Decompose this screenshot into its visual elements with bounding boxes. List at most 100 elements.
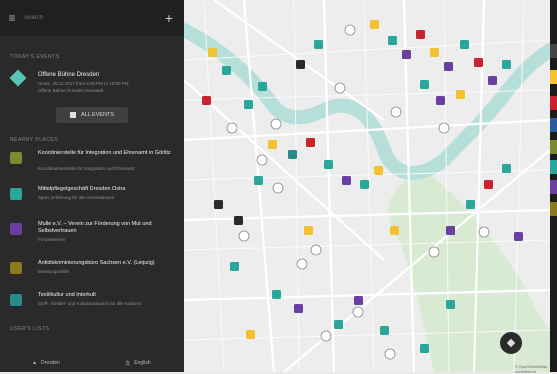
- map-marker[interactable]: [374, 166, 383, 175]
- map-marker[interactable]: [420, 80, 429, 89]
- cluster-marker[interactable]: [238, 230, 250, 242]
- map-marker[interactable]: [222, 66, 231, 75]
- map-marker[interactable]: [258, 82, 267, 91]
- place-item[interactable]: Mulle e.V. – Verein zur Förderung von Mu…: [10, 221, 180, 251]
- map-marker[interactable]: [234, 216, 243, 225]
- all-events-label: ALL EVENTS: [80, 112, 115, 118]
- city-label: Dresden: [41, 360, 60, 366]
- map-marker[interactable]: [214, 200, 223, 209]
- map-marker[interactable]: [488, 76, 497, 85]
- map-marker[interactable]: [202, 96, 211, 105]
- map-marker[interactable]: [342, 176, 351, 185]
- cluster-marker[interactable]: [352, 306, 364, 318]
- category-filter-education[interactable]: [550, 70, 557, 84]
- place-subtitle: Beratungsstelle: [38, 269, 70, 274]
- language-selector[interactable]: 文 English: [92, 354, 184, 372]
- cluster-marker[interactable]: [270, 118, 282, 130]
- map-marker[interactable]: [324, 160, 333, 169]
- cluster-marker[interactable]: [438, 122, 450, 134]
- category-filter-sport[interactable]: [550, 160, 557, 174]
- search-input[interactable]: [20, 15, 160, 21]
- all-events-button[interactable]: ALL EVENTS: [56, 107, 128, 123]
- cluster-marker[interactable]: [478, 226, 490, 238]
- cluster-marker[interactable]: [296, 258, 308, 270]
- cluster-marker[interactable]: [310, 244, 322, 256]
- map-marker[interactable]: [444, 62, 453, 71]
- map-marker[interactable]: [502, 164, 511, 173]
- map-marker[interactable]: [254, 176, 263, 185]
- map-marker[interactable]: [208, 48, 217, 57]
- event-item[interactable]: Offene Bühne Dresden Heute, 28.11.2017 f…: [9, 66, 180, 96]
- city-selector[interactable]: ▲ Dresden: [0, 354, 92, 372]
- cluster-marker[interactable]: [226, 122, 238, 134]
- map-marker[interactable]: [484, 180, 493, 189]
- map-marker[interactable]: [416, 30, 425, 39]
- category-filter-advice[interactable]: [550, 118, 557, 132]
- map-marker[interactable]: [370, 20, 379, 29]
- map-marker[interactable]: [430, 48, 439, 57]
- map-marker[interactable]: [288, 150, 297, 159]
- map-marker[interactable]: [390, 226, 399, 235]
- place-subtitle: Koordinationsstelle für Integration und …: [38, 166, 135, 171]
- cluster-marker[interactable]: [384, 348, 396, 360]
- category-filter-leisure[interactable]: [550, 180, 557, 194]
- cluster-marker[interactable]: [428, 246, 440, 258]
- map-marker[interactable]: [360, 180, 369, 189]
- map-marker[interactable]: [244, 100, 253, 109]
- map-marker[interactable]: [456, 90, 465, 99]
- map-view[interactable]: [184, 0, 550, 372]
- map-marker[interactable]: [334, 320, 343, 329]
- map-marker[interactable]: [420, 344, 429, 353]
- map-marker[interactable]: [272, 290, 281, 299]
- culture-icon: [10, 294, 22, 306]
- map-marker[interactable]: [246, 330, 255, 339]
- sport-icon: [10, 188, 22, 200]
- map-canvas[interactable]: [184, 0, 550, 372]
- cluster-marker[interactable]: [272, 182, 284, 194]
- map-marker[interactable]: [460, 40, 469, 49]
- place-title: Mittelpflegelgeschäft Dresden Ostra: [38, 186, 126, 192]
- event-icon: [9, 69, 27, 87]
- menu-icon[interactable]: ≡: [4, 0, 20, 36]
- map-marker[interactable]: [514, 232, 523, 241]
- event-location: Offene Bühne Dresden Neustadt: [38, 88, 104, 93]
- category-filter-work[interactable]: [550, 140, 557, 154]
- cluster-marker[interactable]: [320, 330, 332, 342]
- category-filter-health[interactable]: [550, 96, 557, 110]
- cluster-marker[interactable]: [334, 82, 346, 94]
- map-marker[interactable]: [474, 58, 483, 67]
- map-marker[interactable]: [296, 60, 305, 69]
- place-title: Mulle e.V. – Verein zur Förderung von Mu…: [38, 221, 152, 234]
- place-item[interactable]: Mittelpflegelgeschäft Dresden Ostra Spor…: [10, 186, 180, 210]
- calendar-icon: [69, 112, 76, 118]
- locate-button[interactable]: [500, 332, 522, 354]
- event-time: Heute, 28.11.2017 from 6:00 PM to 10:00 …: [38, 81, 129, 86]
- map-marker[interactable]: [354, 296, 363, 305]
- map-marker[interactable]: [380, 326, 389, 335]
- category-filter-culture[interactable]: [550, 202, 557, 216]
- map-marker[interactable]: [294, 304, 303, 313]
- category-filter-all[interactable]: [550, 44, 557, 58]
- map-marker[interactable]: [436, 96, 445, 105]
- cluster-marker[interactable]: [390, 106, 402, 118]
- map-marker[interactable]: [306, 138, 315, 147]
- cluster-marker[interactable]: [256, 154, 268, 166]
- map-marker[interactable]: [466, 200, 475, 209]
- place-item[interactable]: Textilkultur und Interkult Stoff-, Kleid…: [10, 292, 180, 322]
- map-marker[interactable]: [268, 140, 277, 149]
- map-marker[interactable]: [304, 226, 313, 235]
- add-icon[interactable]: +: [160, 10, 178, 26]
- map-marker[interactable]: [314, 40, 323, 49]
- footer-bar: ▲ Dresden 文 English: [0, 354, 184, 372]
- map-marker[interactable]: [446, 300, 455, 309]
- map-marker[interactable]: [388, 36, 397, 45]
- cluster-marker[interactable]: [344, 24, 356, 36]
- map-marker[interactable]: [502, 60, 511, 69]
- place-item[interactable]: Antidiskriminierungsbüro Sachsen e.V. (L…: [10, 260, 180, 284]
- section-events: TODAY'S EVENTS: [10, 54, 60, 60]
- place-item[interactable]: Koordinierstelle für Integration und Ehr…: [10, 150, 180, 178]
- map-marker[interactable]: [446, 226, 455, 235]
- map-marker[interactable]: [230, 262, 239, 271]
- map-marker[interactable]: [402, 50, 411, 59]
- place-title: Textilkultur und Interkult: [38, 292, 96, 298]
